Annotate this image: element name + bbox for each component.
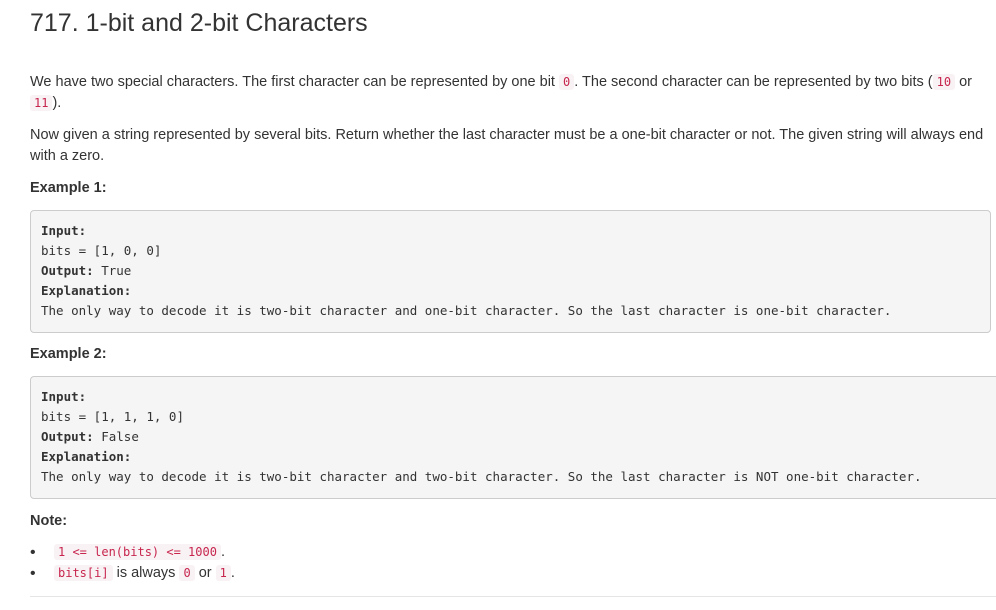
- output-value: True: [93, 263, 132, 278]
- description-paragraph-2: Now given a string represented by severa…: [30, 127, 984, 164]
- bullet-icon: •: [30, 565, 36, 582]
- inline-code: bits[i]: [54, 565, 113, 581]
- example-2-heading: Example 2:: [30, 346, 107, 362]
- problem-title: 717. 1-bit and 2-bit Characters: [30, 9, 368, 37]
- note-text: .: [220, 544, 225, 560]
- divider: [30, 596, 996, 597]
- inline-code: 11: [30, 95, 53, 111]
- input-value: bits = [1, 1, 1, 0]: [41, 409, 184, 424]
- note-item: • bits[i] is always 0 or 1.: [30, 563, 235, 584]
- explanation-label: Explanation:: [41, 449, 132, 464]
- input-value: bits = [1, 0, 0]: [41, 243, 162, 258]
- explanation-label: Explanation:: [41, 283, 132, 298]
- desc-text: We have two special characters. The firs…: [30, 74, 559, 90]
- desc-text: or: [955, 74, 973, 90]
- inline-code: 1 <= len(bits) <= 1000: [54, 544, 221, 560]
- note-text: or: [194, 565, 216, 581]
- bullet-icon: •: [30, 544, 36, 561]
- problem-page: 717. 1-bit and 2-bit Characters We have …: [0, 0, 996, 610]
- desc-text: ).: [52, 95, 62, 111]
- example-1-block: Input: bits = [1, 0, 0] Output: True Exp…: [30, 210, 991, 333]
- inline-code: 0: [559, 74, 575, 90]
- inline-code: 10: [932, 74, 956, 90]
- explanation-text: The only way to decode it is two-bit cha…: [41, 303, 892, 318]
- note-item: • 1 <= len(bits) <= 1000.: [30, 542, 235, 563]
- desc-text: . The second character can be represente…: [574, 74, 933, 90]
- input-label: Input:: [41, 223, 87, 238]
- note-text: is always: [112, 565, 180, 581]
- note-text: .: [230, 565, 235, 581]
- inline-code: 1: [215, 565, 231, 581]
- output-value: False: [93, 429, 139, 444]
- note-heading: Note:: [30, 513, 68, 529]
- output-label: Output:: [41, 429, 94, 444]
- input-label: Input:: [41, 389, 87, 404]
- example-2-block: Input: bits = [1, 1, 1, 0] Output: False…: [30, 376, 996, 499]
- example-1-heading: Example 1:: [30, 180, 107, 196]
- inline-code: 0: [179, 565, 195, 581]
- note-list: • 1 <= len(bits) <= 1000. • bits[i] is alw…: [30, 542, 235, 584]
- output-label: Output:: [41, 263, 94, 278]
- description-paragraph-1: We have two special characters. The firs…: [30, 72, 985, 114]
- explanation-text: The only way to decode it is two-bit cha…: [41, 469, 922, 484]
